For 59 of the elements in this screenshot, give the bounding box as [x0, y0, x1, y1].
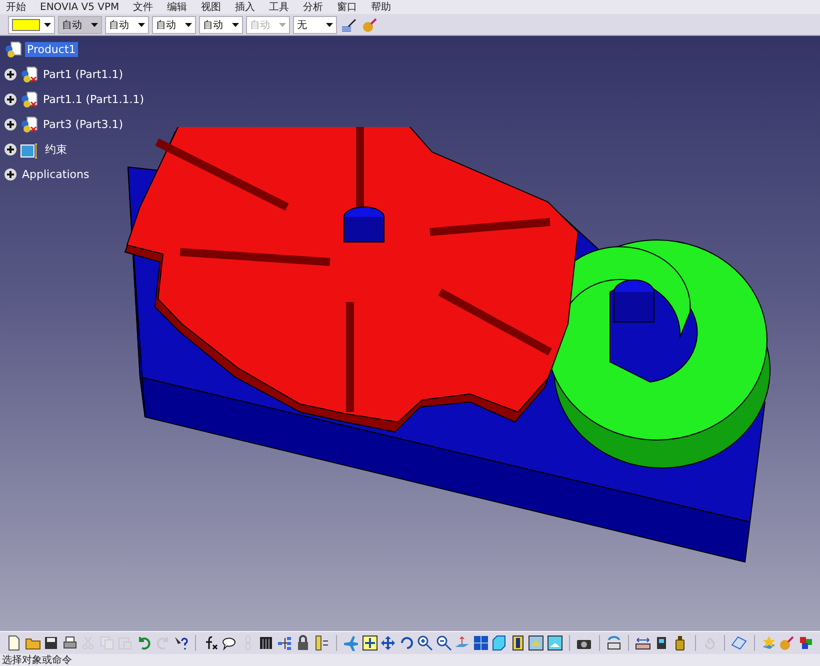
constraints-icon [20, 140, 40, 158]
part-icon [20, 116, 38, 134]
expand-icon[interactable] [4, 93, 17, 106]
cube-icon[interactable] [491, 634, 508, 652]
pan-arrows-icon[interactable] [380, 634, 396, 652]
expand-icon[interactable] [4, 118, 17, 131]
help-icon[interactable] [172, 634, 190, 652]
tree-node[interactable]: Applications [20, 167, 92, 182]
zoom-in-icon[interactable] [417, 634, 434, 652]
dropdown[interactable]: 自动 [105, 16, 149, 34]
tree-node[interactable]: 约束 [43, 141, 69, 158]
hide-show-icon[interactable] [528, 634, 545, 652]
tree-node[interactable]: Part1 (Part1.1) [41, 67, 126, 82]
menu-item[interactable]: 插入 [235, 0, 256, 14]
menu-item[interactable]: ENOVIA V5 VPM [40, 2, 120, 12]
menu-item[interactable]: 视图 [201, 0, 222, 14]
menu-item[interactable]: 开始 [6, 0, 26, 14]
node-graph-icon[interactable] [276, 634, 293, 652]
zoom-out-icon[interactable] [436, 634, 452, 652]
menu-item[interactable]: 编辑 [167, 0, 188, 14]
table-icon[interactable] [258, 634, 274, 652]
caret-icon [91, 22, 98, 26]
menu-item[interactable]: 帮助 [371, 0, 392, 14]
dropdown[interactable]: 无 [293, 16, 337, 34]
tree-node[interactable]: Part1.1 (Part1.1.1) [41, 92, 146, 107]
part-icon [20, 90, 38, 108]
expand-icon[interactable] [4, 168, 17, 181]
dropdown[interactable]: 自动 [152, 16, 196, 34]
caret-icon [232, 22, 239, 26]
rotate-box-icon[interactable] [606, 634, 622, 652]
rotate-icon[interactable] [398, 634, 415, 652]
caret-icon [138, 22, 145, 26]
product-icon [4, 40, 22, 58]
caret-icon [185, 22, 192, 26]
caret-icon [326, 22, 333, 26]
plane-icon[interactable] [731, 634, 748, 652]
part-icon [20, 66, 38, 84]
shading-icon[interactable] [510, 634, 526, 652]
swap-visible-icon[interactable] [546, 634, 564, 652]
color-cube-icon[interactable] [798, 634, 814, 652]
menu-item[interactable]: 窗口 [337, 0, 358, 14]
fit-all-icon[interactable] [361, 634, 378, 652]
four-views-icon[interactable] [472, 634, 490, 652]
tree-node[interactable]: Part3 (Part3.1) [41, 117, 126, 132]
color-dropdown[interactable] [8, 16, 55, 34]
menu-item[interactable]: 文件 [133, 0, 154, 14]
expand-icon[interactable] [4, 143, 17, 156]
menu-item[interactable]: 工具 [269, 0, 290, 14]
tree-node[interactable]: Product1 [25, 42, 78, 57]
menu-item[interactable]: 分析 [303, 0, 324, 14]
dropdown[interactable]: 自动 [58, 16, 102, 34]
dropdown[interactable]: 自动 [199, 16, 243, 34]
save-icon[interactable] [43, 634, 60, 652]
caret-icon [279, 22, 286, 26]
render-icon[interactable] [760, 634, 778, 652]
caret-icon [44, 22, 51, 26]
hierarchy-icon[interactable] [313, 634, 330, 652]
expand-icon[interactable] [4, 68, 17, 81]
status-message: 选择对象或命令 [2, 654, 72, 666]
